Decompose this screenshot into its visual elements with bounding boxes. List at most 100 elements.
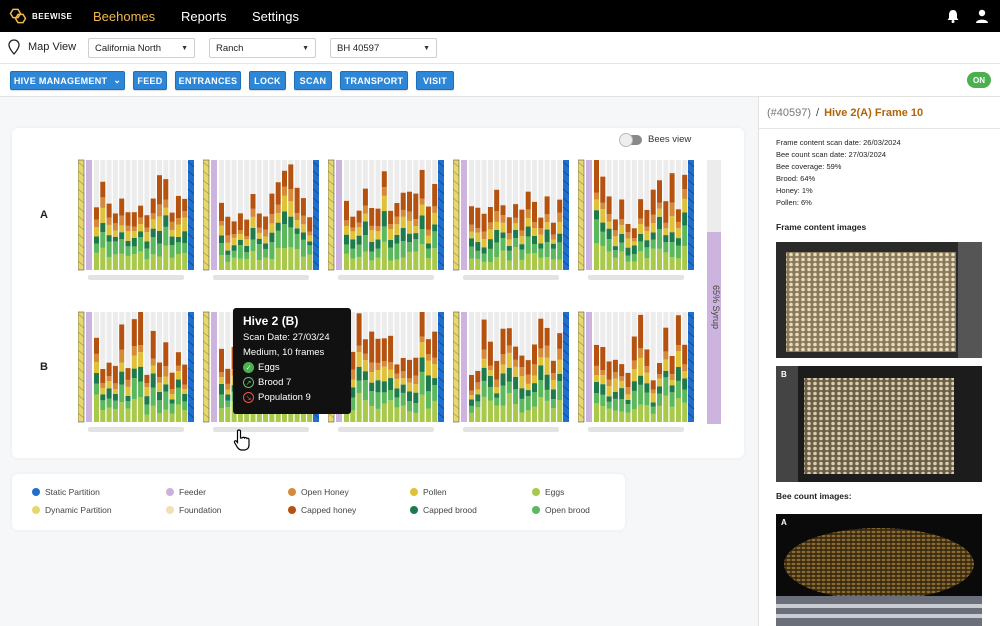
beehome-select[interactable]: BH 40597 ▼ (330, 38, 437, 58)
hive-4-row-a[interactable] (453, 158, 571, 282)
tooltip-brood: ↗ Brood 7 (243, 377, 341, 388)
image-tag-b: B (781, 370, 787, 379)
syrup-label: 65% Syrup (711, 284, 721, 330)
toggle-switch[interactable] (619, 132, 642, 147)
legend-item: Capped brood (410, 505, 477, 515)
breadcrumb-separator: / (816, 107, 820, 119)
bees-view-label: Bees view (648, 134, 692, 145)
row-label-b: B (40, 361, 48, 373)
stat-bee-scan-date: Bee count scan date: 27/03/2024 (776, 150, 887, 159)
site-value: Ranch (216, 42, 244, 54)
hive-management-label: HIVE MANAGEMENT (13, 75, 108, 86)
tooltip-title: Hive 2 (B) (243, 314, 299, 328)
brand-logo[interactable]: BEEWISE (8, 6, 88, 26)
transport-button[interactable]: TRANSPORT (340, 71, 408, 90)
beehome-value: BH 40597 (337, 42, 380, 54)
image-tag-a: A (781, 518, 787, 527)
stat-bee-coverage: Bee coverage: 59% (776, 162, 842, 171)
legend-item: Capped honey (288, 505, 356, 515)
stat-honey: Honey: 1% (776, 186, 813, 195)
hive-management-button[interactable]: HIVE MANAGEMENT ⌄ (10, 71, 125, 90)
bell-icon[interactable] (945, 8, 961, 24)
visit-button[interactable]: VISIT (416, 71, 454, 90)
legend-swatch (410, 488, 418, 496)
legend-label: Pollen (423, 487, 447, 497)
legend-swatch (532, 488, 540, 496)
filter-bar: Map View California North ▼ Ranch ▼ BH 405… (0, 32, 1000, 64)
legend-label: Feeder (179, 487, 206, 497)
legend-item: Foundation (166, 505, 222, 515)
chevron-down-icon: ▼ (181, 44, 188, 52)
lock-button[interactable]: LOCK (249, 71, 286, 90)
hive-5-row-a[interactable] (578, 158, 696, 282)
legend-swatch (166, 488, 174, 496)
divider (758, 128, 1000, 129)
legend-label: Open brood (545, 505, 590, 515)
hive-tooltip: Hive 2 (B) Scan Date: 27/03/24 Medium, 1… (233, 308, 351, 414)
bees-view-toggle[interactable]: Bees view (619, 132, 692, 147)
legend-label: Static Partition (45, 487, 100, 497)
hive-1-row-b[interactable] (78, 310, 196, 434)
honeycomb-image (776, 366, 982, 482)
legend-swatch (166, 506, 174, 514)
tooltip-size: Medium, 10 frames (243, 347, 325, 358)
legend-swatch (410, 506, 418, 514)
user-icon[interactable] (974, 8, 990, 24)
legend-label: Dynamic Partition (45, 505, 112, 515)
nav-settings[interactable]: Settings (252, 9, 299, 24)
breadcrumb: (#40597) / Hive 2(A) Frame 10 (767, 107, 923, 119)
tooltip-brood-label: Brood 7 (258, 377, 292, 388)
breadcrumb-frame: Hive 2(A) Frame 10 (824, 107, 924, 119)
honeycomb-image (776, 242, 982, 358)
map-view-label: Map View (28, 41, 77, 53)
hive-4-row-b[interactable] (453, 310, 571, 434)
hand-pointer-icon (233, 429, 250, 451)
hive-5-row-b[interactable] (578, 310, 696, 434)
status-toggle[interactable]: ON (967, 72, 991, 88)
nav-beehomes[interactable]: Beehomes (93, 9, 155, 24)
legend-label: Capped honey (301, 505, 357, 515)
region-value: California North (95, 42, 161, 54)
map-view-link[interactable]: Map View (8, 39, 76, 55)
legend-label: Capped brood (423, 505, 477, 515)
legend-label: Open Honey (301, 487, 349, 497)
nav-reports[interactable]: Reports (181, 9, 227, 24)
legend-swatch (288, 506, 296, 514)
hive-3-row-a[interactable] (328, 158, 446, 282)
action-bar: HIVE MANAGEMENT ⌄ FEED ENTRANCES LOCK SCA… (0, 64, 1000, 97)
scan-button[interactable]: SCAN (294, 71, 332, 90)
hive-1-row-a[interactable] (78, 158, 196, 282)
beewise-logo-icon (9, 8, 27, 24)
legend-item: Feeder (166, 487, 206, 497)
stat-pollen: Pollen: 6% (776, 198, 812, 207)
legend-swatch (532, 506, 540, 514)
tooltip-scan-date: Scan Date: 27/03/24 (243, 332, 330, 343)
top-navigation: BEEWISE Beehomes Reports Settings (0, 0, 1000, 32)
hive-2-row-a[interactable] (203, 158, 321, 282)
legend-item: Open Honey (288, 487, 349, 497)
check-icon: ✓ (243, 362, 254, 373)
frame-content-image-1[interactable] (776, 242, 982, 358)
legend-item: Dynamic Partition (32, 505, 112, 515)
tooltip-population-label: Population 9 (258, 392, 311, 403)
legend-item: Static Partition (32, 487, 100, 497)
feed-button[interactable]: FEED (133, 71, 167, 90)
legend-item: Eggs (532, 487, 564, 497)
bee-count-photo (776, 514, 982, 626)
tooltip-population: ↘ Population 9 (243, 392, 341, 403)
frame-content-image-2[interactable]: B (776, 366, 982, 482)
bee-count-image[interactable]: A (776, 514, 982, 626)
arrow-up-icon: ↗ (243, 377, 254, 388)
region-select[interactable]: California North ▼ (88, 38, 195, 58)
legend-label: Eggs (545, 487, 565, 497)
legend-swatch (32, 506, 40, 514)
tooltip-eggs-label: Eggs (258, 362, 280, 373)
bee-count-title: Bee count images: (776, 491, 852, 501)
entrances-button[interactable]: ENTRANCES (175, 71, 241, 90)
tooltip-eggs: ✓ Eggs (243, 362, 341, 373)
legend-item: Pollen (410, 487, 447, 497)
site-select[interactable]: Ranch ▼ (209, 38, 316, 58)
breadcrumb-beehome[interactable]: (#40597) (767, 107, 811, 119)
chevron-down-icon: ▼ (423, 44, 430, 52)
legend: Static Partition Feeder Open Honey Pollen Eg… (12, 474, 625, 530)
